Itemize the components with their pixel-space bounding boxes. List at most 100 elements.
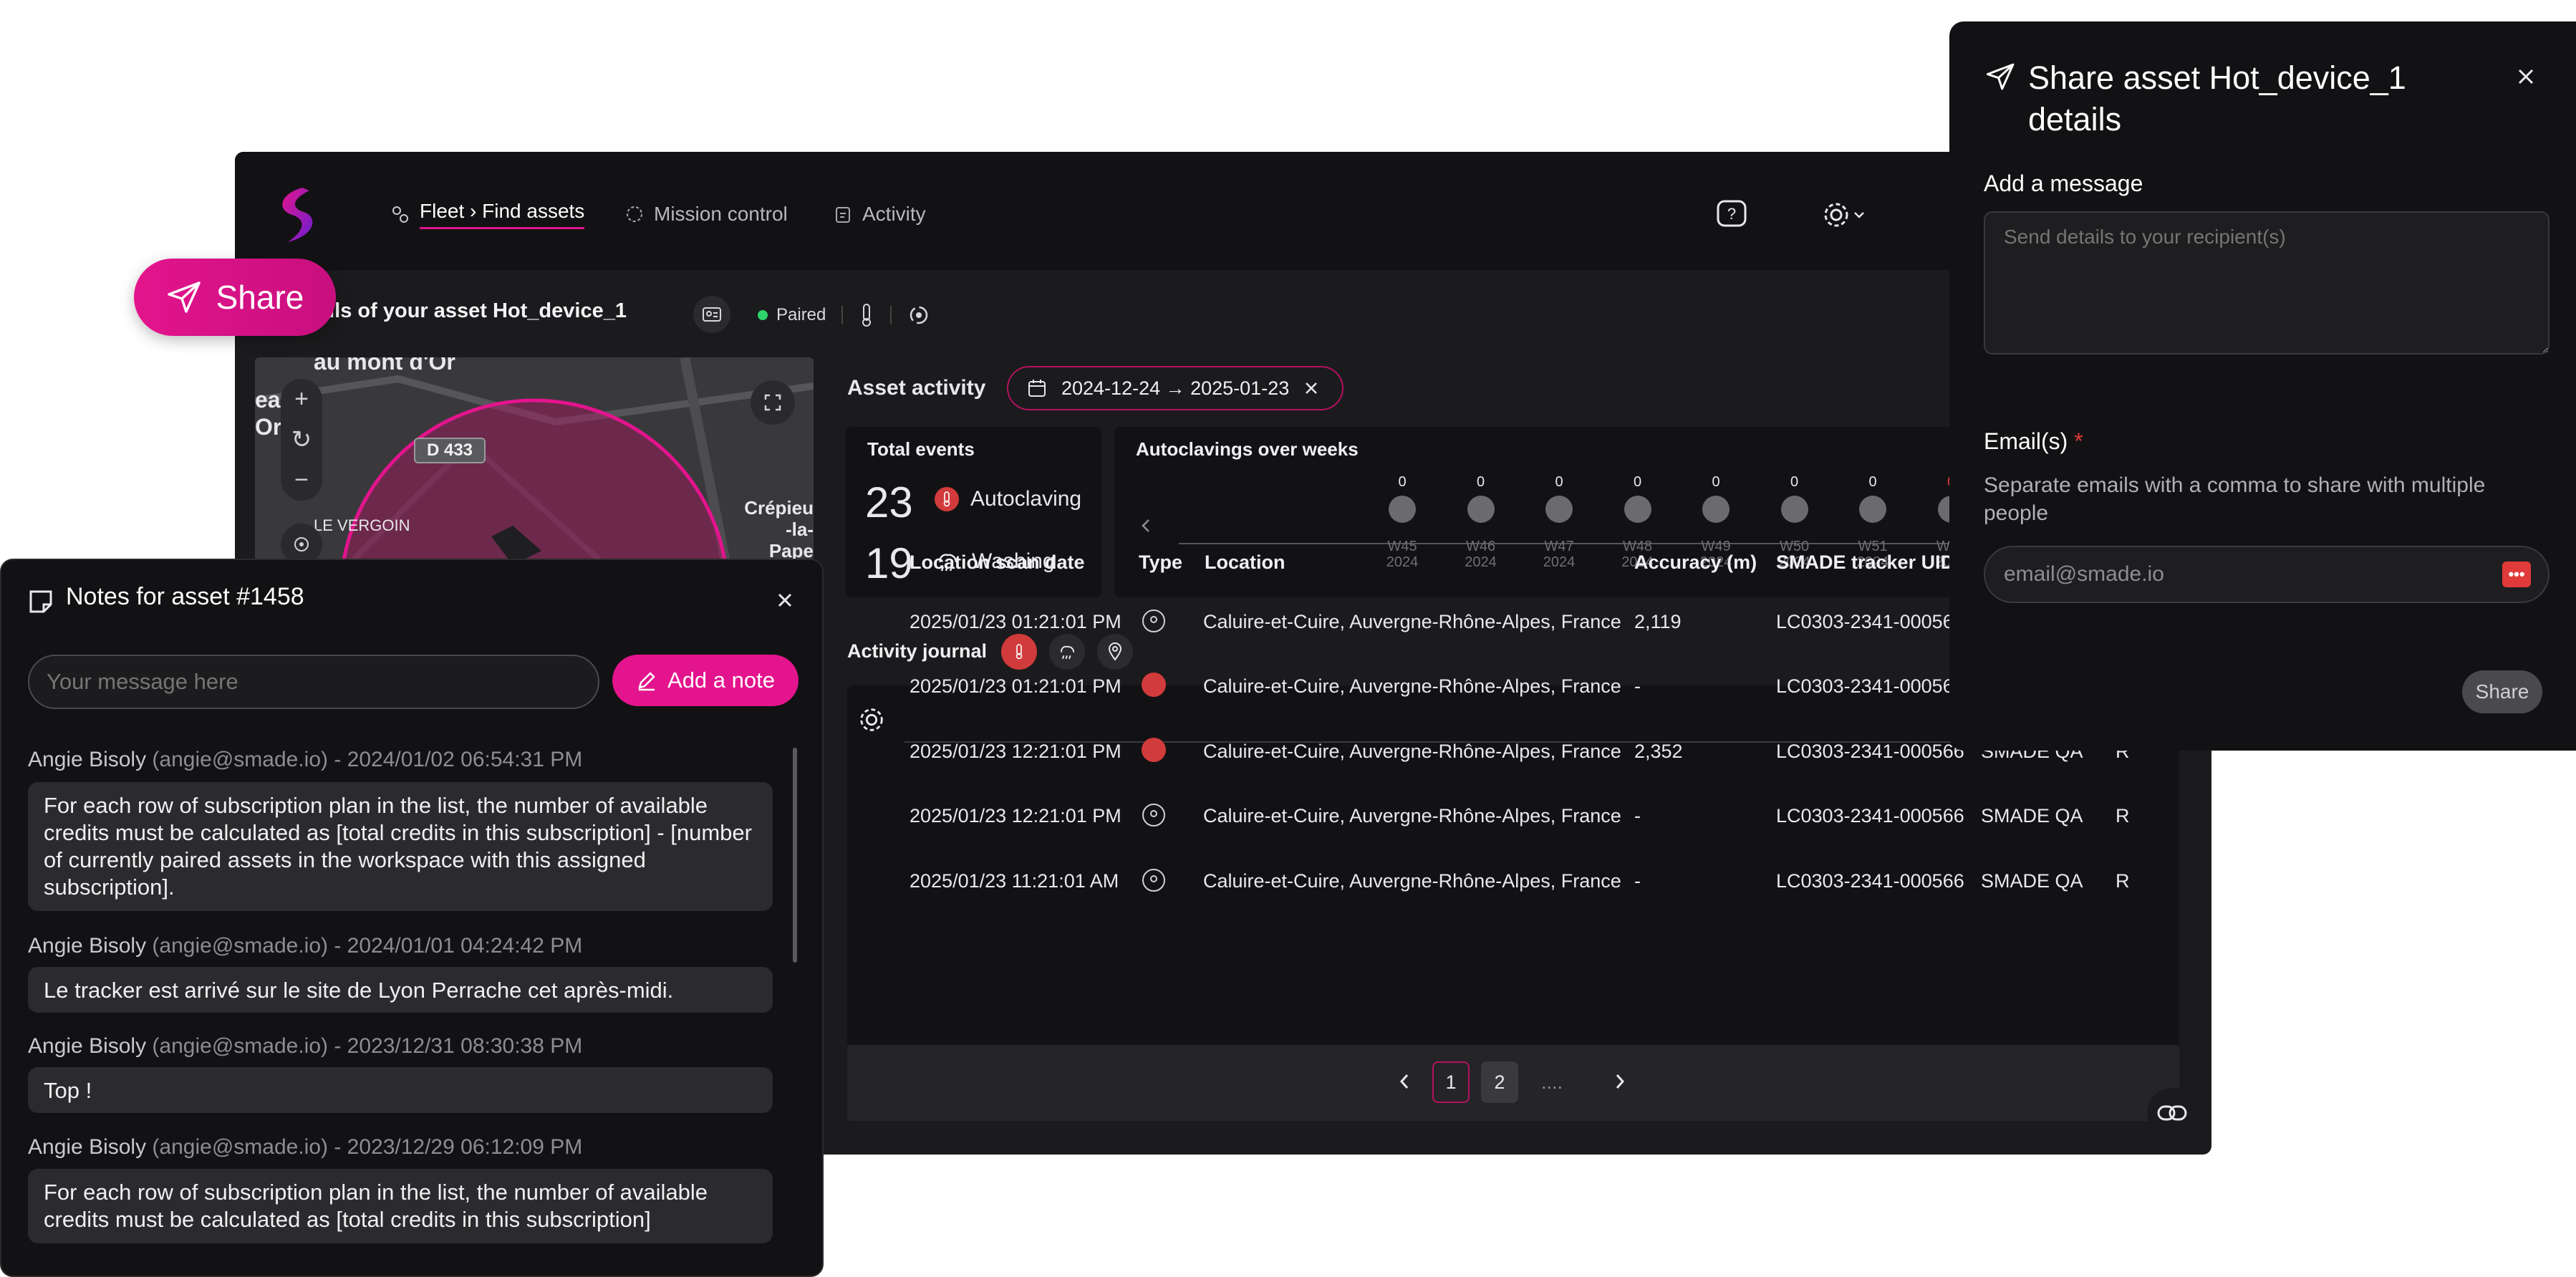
note-bubble: Le tracker est arrivé sur le site de Lyo… [28,967,773,1013]
notes-panel: Notes for asset #1458 Add a note Angie B… [0,559,824,1277]
week-label: W48 2024 [1621,539,1654,570]
thermometer-icon [1389,496,1416,523]
wash-icon [1061,645,1075,660]
nav-label: Fleet › Find assets [420,200,585,229]
table-settings-icon[interactable] [857,705,887,735]
thermometer-icon [1859,496,1886,523]
thermometer-icon [1467,496,1495,523]
expand-map-button[interactable] [751,380,795,425]
zoom-in-icon[interactable]: + [294,385,309,413]
rotate-icon[interactable]: ↻ [291,425,312,454]
wash-cycle-icon [910,306,928,324]
week-label: W50 2024 [1778,539,1810,570]
email-input[interactable]: email@smade.io ••• [1984,546,2550,603]
note-message-input[interactable] [28,655,599,709]
asset-status: Paired [758,303,930,327]
autoclaving-label: Autoclaving [935,487,1081,511]
nav-activity[interactable]: Activity [834,196,926,232]
gear-icon [1824,203,1848,227]
divider [890,306,892,324]
share-submit-button[interactable]: Share [2462,670,2542,713]
cell-date: 2025/01/23 01:21:01 PM [910,611,1121,632]
notes-scrollbar[interactable] [793,748,797,963]
email-help-text: Separate emails with a comma to share wi… [1984,473,2486,525]
previous-page-icon[interactable] [1397,1072,1412,1091]
send-icon [1986,63,2015,90]
zoom-out-icon[interactable]: − [294,466,309,494]
message-textarea[interactable] [1984,211,2550,355]
chart-week-column: 0 W49 2024 [1690,474,1742,570]
next-page-icon[interactable] [1613,1072,1627,1091]
close-icon[interactable] [775,590,795,610]
week-value: 0 [1790,474,1799,490]
status-dot [758,310,768,320]
status-label: Paired [776,305,826,324]
activity-journal-title: Activity journal [847,640,988,662]
total-events-title: Total events [867,438,975,460]
settings-menu-button[interactable] [1808,195,1879,235]
thermometer-icon [1016,644,1023,660]
filter-location-button[interactable] [1097,634,1133,670]
cell-tracker-uid: LC0303-2341-000566 [1776,611,1964,632]
close-icon[interactable] [1303,380,1319,396]
chart-week-column: 0 W50 2024 [1769,474,1820,570]
filter-autoclave-button[interactable] [1001,634,1037,670]
crosshair-icon [294,537,309,551]
asset-title: ails of your asset Hot_device_1 [317,299,627,322]
chart-title: Autoclavings over weeks [1136,438,1359,460]
note-bubble: For each row of subscription plan in the… [28,1169,773,1243]
note-bubble: For each row of subscription plan in the… [28,782,773,911]
cell-location: Caluire-et-Cuire, Auvergne-Rhône-Alpes, … [1203,611,1621,632]
filter-washing-button[interactable] [1049,634,1085,670]
week-value: 0 [1476,474,1485,490]
fleet-icon [392,206,408,223]
washing-label: Washing [935,549,1055,574]
week-value: 0 [1555,474,1563,490]
share-panel-title: Share asset Hot_device_1 details [2028,59,2406,138]
week-label: W45 2024 [1386,539,1419,570]
thermometer-icon [1624,496,1651,523]
thermometer-icon [862,304,872,327]
week-label: W46 2024 [1465,539,1497,570]
add-note-button[interactable]: Add a note [612,655,799,706]
chart-week-column: 0 W46 2024 [1455,474,1507,570]
autoclaving-count: 23 [865,478,913,526]
asset-id-card-button[interactable] [693,296,730,333]
pencil-icon [638,672,655,691]
activity-icon [836,207,850,223]
week-value: 0 [1712,474,1720,490]
close-icon[interactable] [2515,66,2537,87]
send-icon [167,281,201,313]
asset-map[interactable]: D 433 LE VERGOIN Crépieu -la-Pape ea Or au… [255,357,814,572]
page-2-button[interactable]: 2 [1481,1061,1518,1103]
week-value: 0 [1398,474,1407,490]
nav-label: Activity [862,203,926,225]
notes-title: Notes for asset #1458 [66,583,304,610]
map-place-label: au mont d'Or [314,357,455,375]
washing-count: 19 [865,539,913,587]
pagination-ellipsis: .... [1541,1071,1563,1093]
help-icon: ? [1717,200,1747,227]
chevron-left-icon[interactable] [1139,517,1153,534]
nav-mission-control[interactable]: Mission control [625,196,788,232]
page-1-button[interactable]: 1 [1432,1061,1470,1103]
smade-logo [282,188,313,242]
note-icon [29,590,52,613]
chart-week-column: 0 W51 2024 [1847,474,1899,570]
asset-activity-title: Asset activity [847,376,986,400]
paired-status: Paired [758,305,826,325]
nav-fleet-find-assets[interactable]: Fleet › Find assets [391,196,585,232]
share-button[interactable]: Share [134,259,336,336]
share-button-label: Share [216,279,304,316]
top-navigation: Fleet › Find assets Mission control Acti… [235,152,2211,270]
message-label: Add a message [1984,170,2143,196]
expand-icon [764,394,781,411]
password-manager-icon[interactable]: ••• [2502,562,2531,587]
note-author: Angie Bisoly (angie@smade.io) - 2023/12/… [28,1135,583,1159]
date-range-filter[interactable]: 2024-12-24 → 2025-01-23 [1007,366,1344,410]
chevron-down-icon [1854,212,1864,218]
help-button[interactable]: ? [1712,195,1752,235]
thermometer-icon [1780,496,1808,523]
note-bubble: Top ! [28,1067,773,1113]
link-button[interactable] [2147,1088,2197,1138]
